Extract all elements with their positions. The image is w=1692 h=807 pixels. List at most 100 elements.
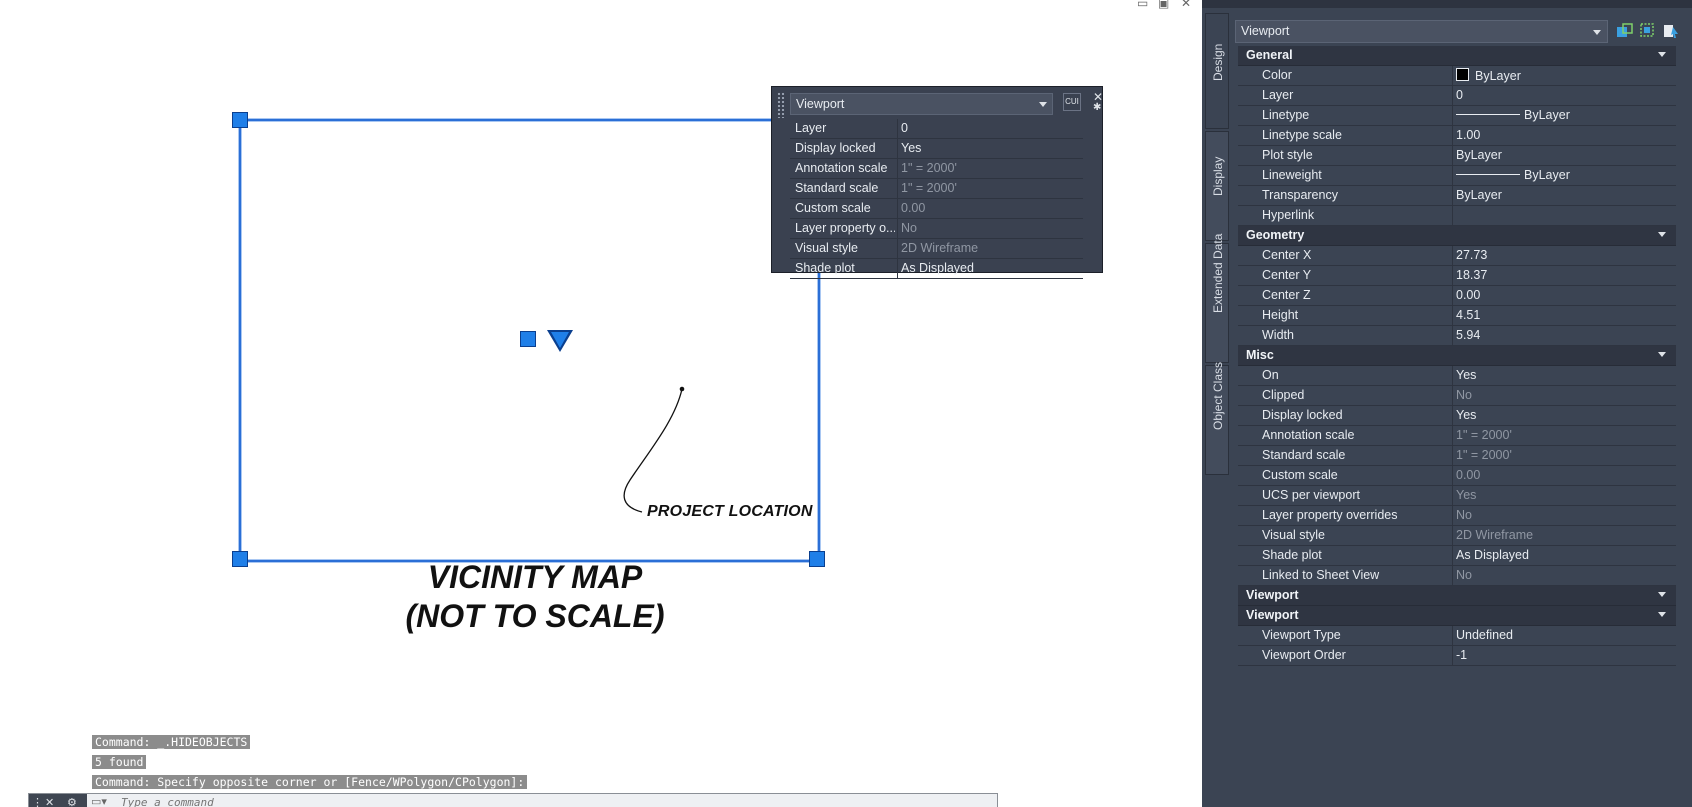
palette-title-bar[interactable]: [1202, 0, 1692, 8]
property-row[interactable]: Annotation scale 1" = 2000': [1238, 426, 1676, 446]
property-row[interactable]: Layer 0: [790, 119, 1083, 139]
property-row[interactable]: Center X 27.73: [1238, 246, 1676, 266]
restore-icon[interactable]: ▣: [1158, 0, 1169, 10]
property-row[interactable]: Height 4.51: [1238, 306, 1676, 326]
property-row[interactable]: Plot style ByLayer: [1238, 146, 1676, 166]
collapse-icon[interactable]: [1658, 612, 1666, 617]
property-row[interactable]: Shade plot As Displayed: [1238, 546, 1676, 566]
property-value[interactable]: 1.00: [1452, 126, 1676, 145]
category-geometry[interactable]: Geometry: [1238, 226, 1676, 246]
property-row[interactable]: Visual style 2D Wireframe: [1238, 526, 1676, 546]
property-label: Width: [1262, 328, 1294, 342]
category-general[interactable]: General: [1238, 46, 1676, 66]
options-icon[interactable]: ✱: [1093, 102, 1101, 113]
property-row[interactable]: Transparency ByLayer: [1238, 186, 1676, 206]
tab-object-class[interactable]: Object Class: [1205, 362, 1229, 475]
property-row[interactable]: Display locked Yes: [1238, 406, 1676, 426]
property-row[interactable]: Clipped No: [1238, 386, 1676, 406]
property-row[interactable]: Linetype ByLayer: [1238, 106, 1676, 126]
close-window-icon[interactable]: ✕: [1181, 0, 1191, 10]
category-misc[interactable]: Misc: [1238, 346, 1676, 366]
property-value[interactable]: 0: [1452, 86, 1676, 105]
property-row[interactable]: Shade plot As Displayed: [790, 259, 1083, 279]
property-row[interactable]: On Yes: [1238, 366, 1676, 386]
property-value[interactable]: Yes: [897, 139, 1083, 158]
property-row[interactable]: Custom scale 0.00: [790, 199, 1083, 219]
customize-icon[interactable]: ⚙: [67, 796, 77, 807]
tab-display[interactable]: Display: [1205, 131, 1229, 241]
command-input[interactable]: [121, 795, 981, 807]
property-value[interactable]: 0.00: [1452, 286, 1676, 305]
command-recent-icon[interactable]: ▭▾: [91, 795, 107, 807]
property-value[interactable]: 4.51: [1452, 306, 1676, 325]
property-row[interactable]: UCS per viewport Yes: [1238, 486, 1676, 506]
property-row[interactable]: Display locked Yes: [790, 139, 1083, 159]
property-row[interactable]: Viewport Type Undefined: [1238, 626, 1676, 646]
property-value[interactable]: Yes: [1452, 406, 1676, 425]
property-row[interactable]: Width 5.94: [1238, 326, 1676, 346]
collapse-icon[interactable]: [1658, 352, 1666, 357]
drag-handle-icon[interactable]: ⋮: [32, 796, 43, 807]
corner-grip-bottom-right[interactable]: [809, 551, 825, 567]
select-objects-icon[interactable]: [1639, 22, 1657, 40]
command-line-bar[interactable]: ⋮ ✕ ⚙ ▭▾: [28, 793, 998, 807]
property-value[interactable]: Undefined: [1452, 626, 1676, 645]
category-viewport-sub[interactable]: Viewport: [1238, 606, 1676, 626]
property-row[interactable]: Viewport Order -1: [1238, 646, 1676, 666]
minimize-icon[interactable]: ▭: [1137, 0, 1148, 10]
command-line-handle[interactable]: ⋮ ✕ ⚙: [29, 794, 87, 807]
property-label: Visual style: [795, 241, 858, 255]
object-type-select[interactable]: Viewport: [790, 93, 1053, 115]
property-value[interactable]: -1: [1452, 646, 1676, 665]
property-value: No: [1452, 566, 1676, 585]
property-row[interactable]: Standard scale 1" = 2000': [1238, 446, 1676, 466]
property-value[interactable]: 27.73: [1452, 246, 1676, 265]
property-value[interactable]: ByLayer: [1452, 146, 1676, 165]
category-title: General: [1246, 48, 1293, 62]
property-row[interactable]: Custom scale 0.00: [1238, 466, 1676, 486]
property-value[interactable]: 18.37: [1452, 266, 1676, 285]
command-close-icon[interactable]: ✕: [45, 796, 54, 807]
property-row[interactable]: Linetype scale 1.00: [1238, 126, 1676, 146]
quick-properties-panel[interactable]: Viewport CUI ✕ ✱ Layer 0 Display locked Ye…: [771, 86, 1103, 279]
property-value[interactable]: Yes: [1452, 366, 1676, 385]
property-row[interactable]: Layer property overrides No: [1238, 506, 1676, 526]
property-row[interactable]: Annotation scale 1" = 2000': [790, 159, 1083, 179]
property-value[interactable]: As Displayed: [897, 259, 1083, 278]
property-row[interactable]: Linked to Sheet View No: [1238, 566, 1676, 586]
property-label: Standard scale: [1262, 448, 1346, 462]
tab-design[interactable]: Design: [1205, 13, 1229, 129]
property-value[interactable]: [1452, 206, 1676, 225]
property-value[interactable]: As Displayed: [1452, 546, 1676, 565]
palette-object-select[interactable]: Viewport: [1235, 20, 1608, 43]
properties-palette[interactable]: Design Display Extended Data Object Clas…: [1202, 0, 1692, 807]
tab-extended-data[interactable]: Extended Data: [1205, 234, 1229, 363]
center-grip[interactable]: [520, 331, 536, 347]
corner-grip-top-left[interactable]: [232, 112, 248, 128]
category-title: Misc: [1246, 348, 1274, 362]
property-row[interactable]: Center Y 18.37: [1238, 266, 1676, 286]
corner-grip-bottom-left[interactable]: [232, 551, 248, 567]
property-value[interactable]: ByLayer: [1452, 66, 1676, 85]
toggle-pickadd-icon[interactable]: [1616, 22, 1634, 40]
quick-select-icon[interactable]: [1662, 22, 1680, 40]
property-value[interactable]: ByLayer: [1452, 166, 1676, 185]
customize-ui-button[interactable]: CUI: [1063, 93, 1081, 111]
property-value[interactable]: 0: [897, 119, 1083, 138]
property-value[interactable]: ByLayer: [1452, 186, 1676, 205]
collapse-icon[interactable]: [1658, 232, 1666, 237]
property-row[interactable]: Standard scale 1" = 2000': [790, 179, 1083, 199]
property-value[interactable]: ByLayer: [1452, 106, 1676, 125]
property-row[interactable]: Hyperlink: [1238, 206, 1676, 226]
category-viewport[interactable]: Viewport: [1238, 586, 1676, 606]
property-row[interactable]: Layer 0: [1238, 86, 1676, 106]
property-row[interactable]: Visual style 2D Wireframe: [790, 239, 1083, 259]
collapse-icon[interactable]: [1658, 592, 1666, 597]
property-row[interactable]: Color ByLayer: [1238, 66, 1676, 86]
collapse-icon[interactable]: [1658, 52, 1666, 57]
property-row[interactable]: Layer property o... No: [790, 219, 1083, 239]
property-value[interactable]: 5.94: [1452, 326, 1676, 345]
panel-drag-handle[interactable]: [777, 92, 785, 118]
property-row[interactable]: Lineweight ByLayer: [1238, 166, 1676, 186]
property-row[interactable]: Center Z 0.00: [1238, 286, 1676, 306]
